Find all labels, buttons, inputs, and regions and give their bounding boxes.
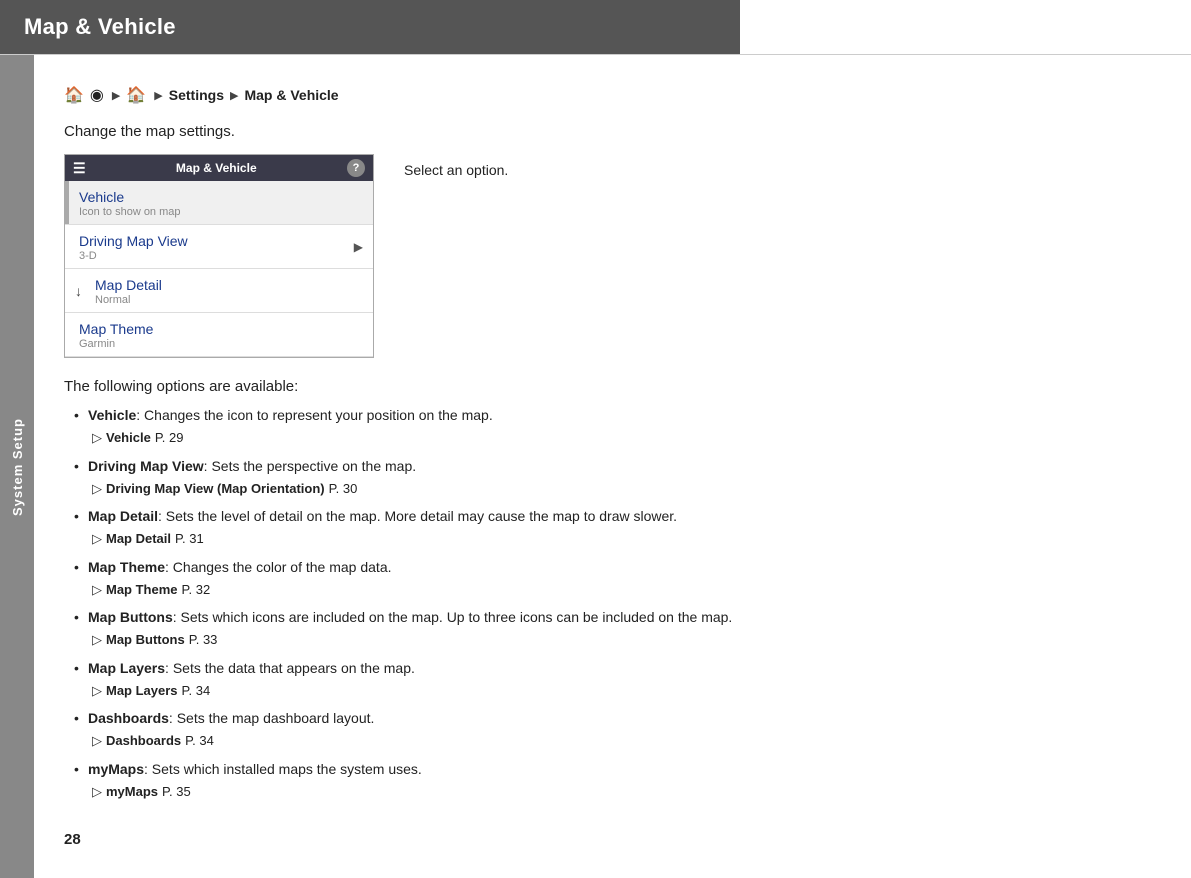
option-desc-mm: : Sets which installed maps the system u… — [144, 761, 422, 777]
ref-icon-md: ▷ — [92, 529, 102, 549]
ref-label-db: Dashboards — [106, 731, 181, 751]
ref-mb: ▷ Map Buttons P. 33 — [92, 630, 1151, 650]
ref-icon-mb: ▷ — [92, 630, 102, 650]
ref-page-dmv: P. 30 — [329, 479, 358, 499]
sidebar-label: System Setup — [10, 418, 25, 516]
option-desc-vehicle: : Changes the icon to represent your pos… — [136, 407, 492, 423]
menu-icon: 🏠 — [126, 85, 146, 105]
vehicle-item-sub: Icon to show on map — [79, 206, 363, 218]
hamburger-icon: ☰ — [73, 160, 86, 177]
option-name-dmv: Driving Map View — [88, 458, 204, 474]
arrow-icon-1: ▶ — [112, 89, 120, 102]
option-name-mm: myMaps — [88, 761, 144, 777]
ref-vehicle: ▷ Vehicle P. 29 — [92, 428, 1151, 448]
list-item-map-buttons: Map Buttons: Sets which icons are includ… — [74, 607, 1151, 650]
list-item-map-theme: Map Theme: Changes the color of the map … — [74, 557, 1151, 600]
menu-item-map-detail[interactable]: ↓ Map Detail Normal — [65, 269, 373, 313]
arrow-icon-2: ▶ — [154, 89, 162, 102]
option-name-mb: Map Buttons — [88, 609, 173, 625]
breadcrumb-settings: Settings — [169, 87, 224, 103]
option-desc-ml: : Sets the data that appears on the map. — [165, 660, 415, 676]
circle-icon: ◉ — [90, 85, 104, 105]
map-theme-name: Map Theme — [79, 321, 363, 337]
option-name-vehicle: Vehicle — [88, 407, 136, 423]
list-item-map-detail: Map Detail: Sets the level of detail on … — [74, 506, 1151, 549]
map-detail-sub: Normal — [95, 294, 363, 306]
breadcrumb: 🏠 ◉ ▶ 🏠 ▶ Settings ▶ Map & Vehicle — [64, 85, 1151, 105]
driving-map-view-sub: 3-D — [79, 250, 363, 262]
ref-page-db: P. 34 — [185, 731, 214, 751]
ref-page-md: P. 31 — [175, 529, 204, 549]
ref-icon-db: ▷ — [92, 731, 102, 751]
content-row: ☰ Map & Vehicle ? Vehicle Icon to show o… — [64, 154, 1151, 358]
ref-label-ml: Map Layers — [106, 681, 178, 701]
main-content: 🏠 ◉ ▶ 🏠 ▶ Settings ▶ Map & Vehicle Chang… — [34, 55, 1191, 878]
ref-page-mm: P. 35 — [162, 782, 191, 802]
option-name-ml: Map Layers — [88, 660, 165, 676]
option-desc-db: : Sets the map dashboard layout. — [169, 710, 374, 726]
down-arrow-icon: ↓ — [75, 283, 82, 299]
page-header: Map & Vehicle — [0, 0, 740, 54]
option-desc-mb: : Sets which icons are included on the m… — [173, 609, 733, 625]
home-icon: 🏠 — [64, 85, 84, 105]
list-item-dashboards: Dashboards: Sets the map dashboard layou… — [74, 708, 1151, 751]
ref-label-dmv: Driving Map View (Map Orientation) — [106, 479, 325, 499]
map-theme-sub: Garmin — [79, 338, 363, 350]
ref-icon-vehicle: ▷ — [92, 428, 102, 448]
ref-page-ml: P. 34 — [182, 681, 211, 701]
option-desc-dmv: : Sets the perspective on the map. — [204, 458, 416, 474]
ref-db: ▷ Dashboards P. 34 — [92, 731, 1151, 751]
menu-screenshot: ☰ Map & Vehicle ? Vehicle Icon to show o… — [64, 154, 374, 358]
option-name-md: Map Detail — [88, 508, 158, 524]
option-name-mt: Map Theme — [88, 559, 165, 575]
arrow-right-icon: ▶ — [354, 240, 363, 254]
map-detail-name: Map Detail — [95, 277, 363, 293]
option-desc-mt: : Changes the color of the map data. — [165, 559, 391, 575]
option-name-db: Dashboards — [88, 710, 169, 726]
intro-text: Change the map settings. — [64, 123, 1151, 140]
sidebar: System Setup — [0, 55, 34, 878]
options-section: The following options are available: Veh… — [64, 378, 1151, 801]
help-button[interactable]: ? — [347, 159, 365, 177]
list-item-mymaps: myMaps: Sets which installed maps the sy… — [74, 759, 1151, 802]
ref-label-mb: Map Buttons — [106, 630, 185, 650]
ref-mt: ▷ Map Theme P. 32 — [92, 580, 1151, 600]
menu-item-map-theme[interactable]: Map Theme Garmin — [65, 313, 373, 357]
ref-icon-ml: ▷ — [92, 681, 102, 701]
list-item-driving-map-view: Driving Map View: Sets the perspective o… — [74, 456, 1151, 499]
ref-page-vehicle: P. 29 — [155, 428, 184, 448]
selected-indicator — [65, 181, 69, 224]
ref-md: ▷ Map Detail P. 31 — [92, 529, 1151, 549]
breadcrumb-map-vehicle: Map & Vehicle — [244, 87, 338, 103]
vehicle-item-name: Vehicle — [79, 189, 363, 205]
option-desc-md: : Sets the level of detail on the map. M… — [158, 508, 677, 524]
options-intro: The following options are available: — [64, 378, 1151, 395]
menu-item-driving-map-view[interactable]: Driving Map View 3-D ▶ — [65, 225, 373, 269]
driving-map-view-name: Driving Map View — [79, 233, 363, 249]
ref-label-md: Map Detail — [106, 529, 171, 549]
arrow-icon-3: ▶ — [230, 89, 238, 102]
ref-icon-mm: ▷ — [92, 782, 102, 802]
ref-label-vehicle: Vehicle — [106, 428, 151, 448]
options-list: Vehicle: Changes the icon to represent y… — [74, 405, 1151, 801]
ref-page-mb: P. 33 — [189, 630, 218, 650]
ref-label-mt: Map Theme — [106, 580, 178, 600]
ref-ml: ▷ Map Layers P. 34 — [92, 681, 1151, 701]
ref-icon-dmv: ▷ — [92, 479, 102, 499]
list-item-vehicle: Vehicle: Changes the icon to represent y… — [74, 405, 1151, 448]
ref-page-mt: P. 32 — [182, 580, 211, 600]
ref-dmv: ▷ Driving Map View (Map Orientation) P. … — [92, 479, 1151, 499]
ref-mm: ▷ myMaps P. 35 — [92, 782, 1151, 802]
list-item-map-layers: Map Layers: Sets the data that appears o… — [74, 658, 1151, 701]
menu-title-bar: ☰ Map & Vehicle ? — [65, 155, 373, 181]
menu-title: Map & Vehicle — [176, 161, 257, 175]
page-title: Map & Vehicle — [24, 14, 176, 39]
ref-label-mm: myMaps — [106, 782, 158, 802]
select-option-text: Select an option. — [398, 154, 1151, 358]
menu-item-vehicle[interactable]: Vehicle Icon to show on map — [65, 181, 373, 225]
ref-icon-mt: ▷ — [92, 580, 102, 600]
